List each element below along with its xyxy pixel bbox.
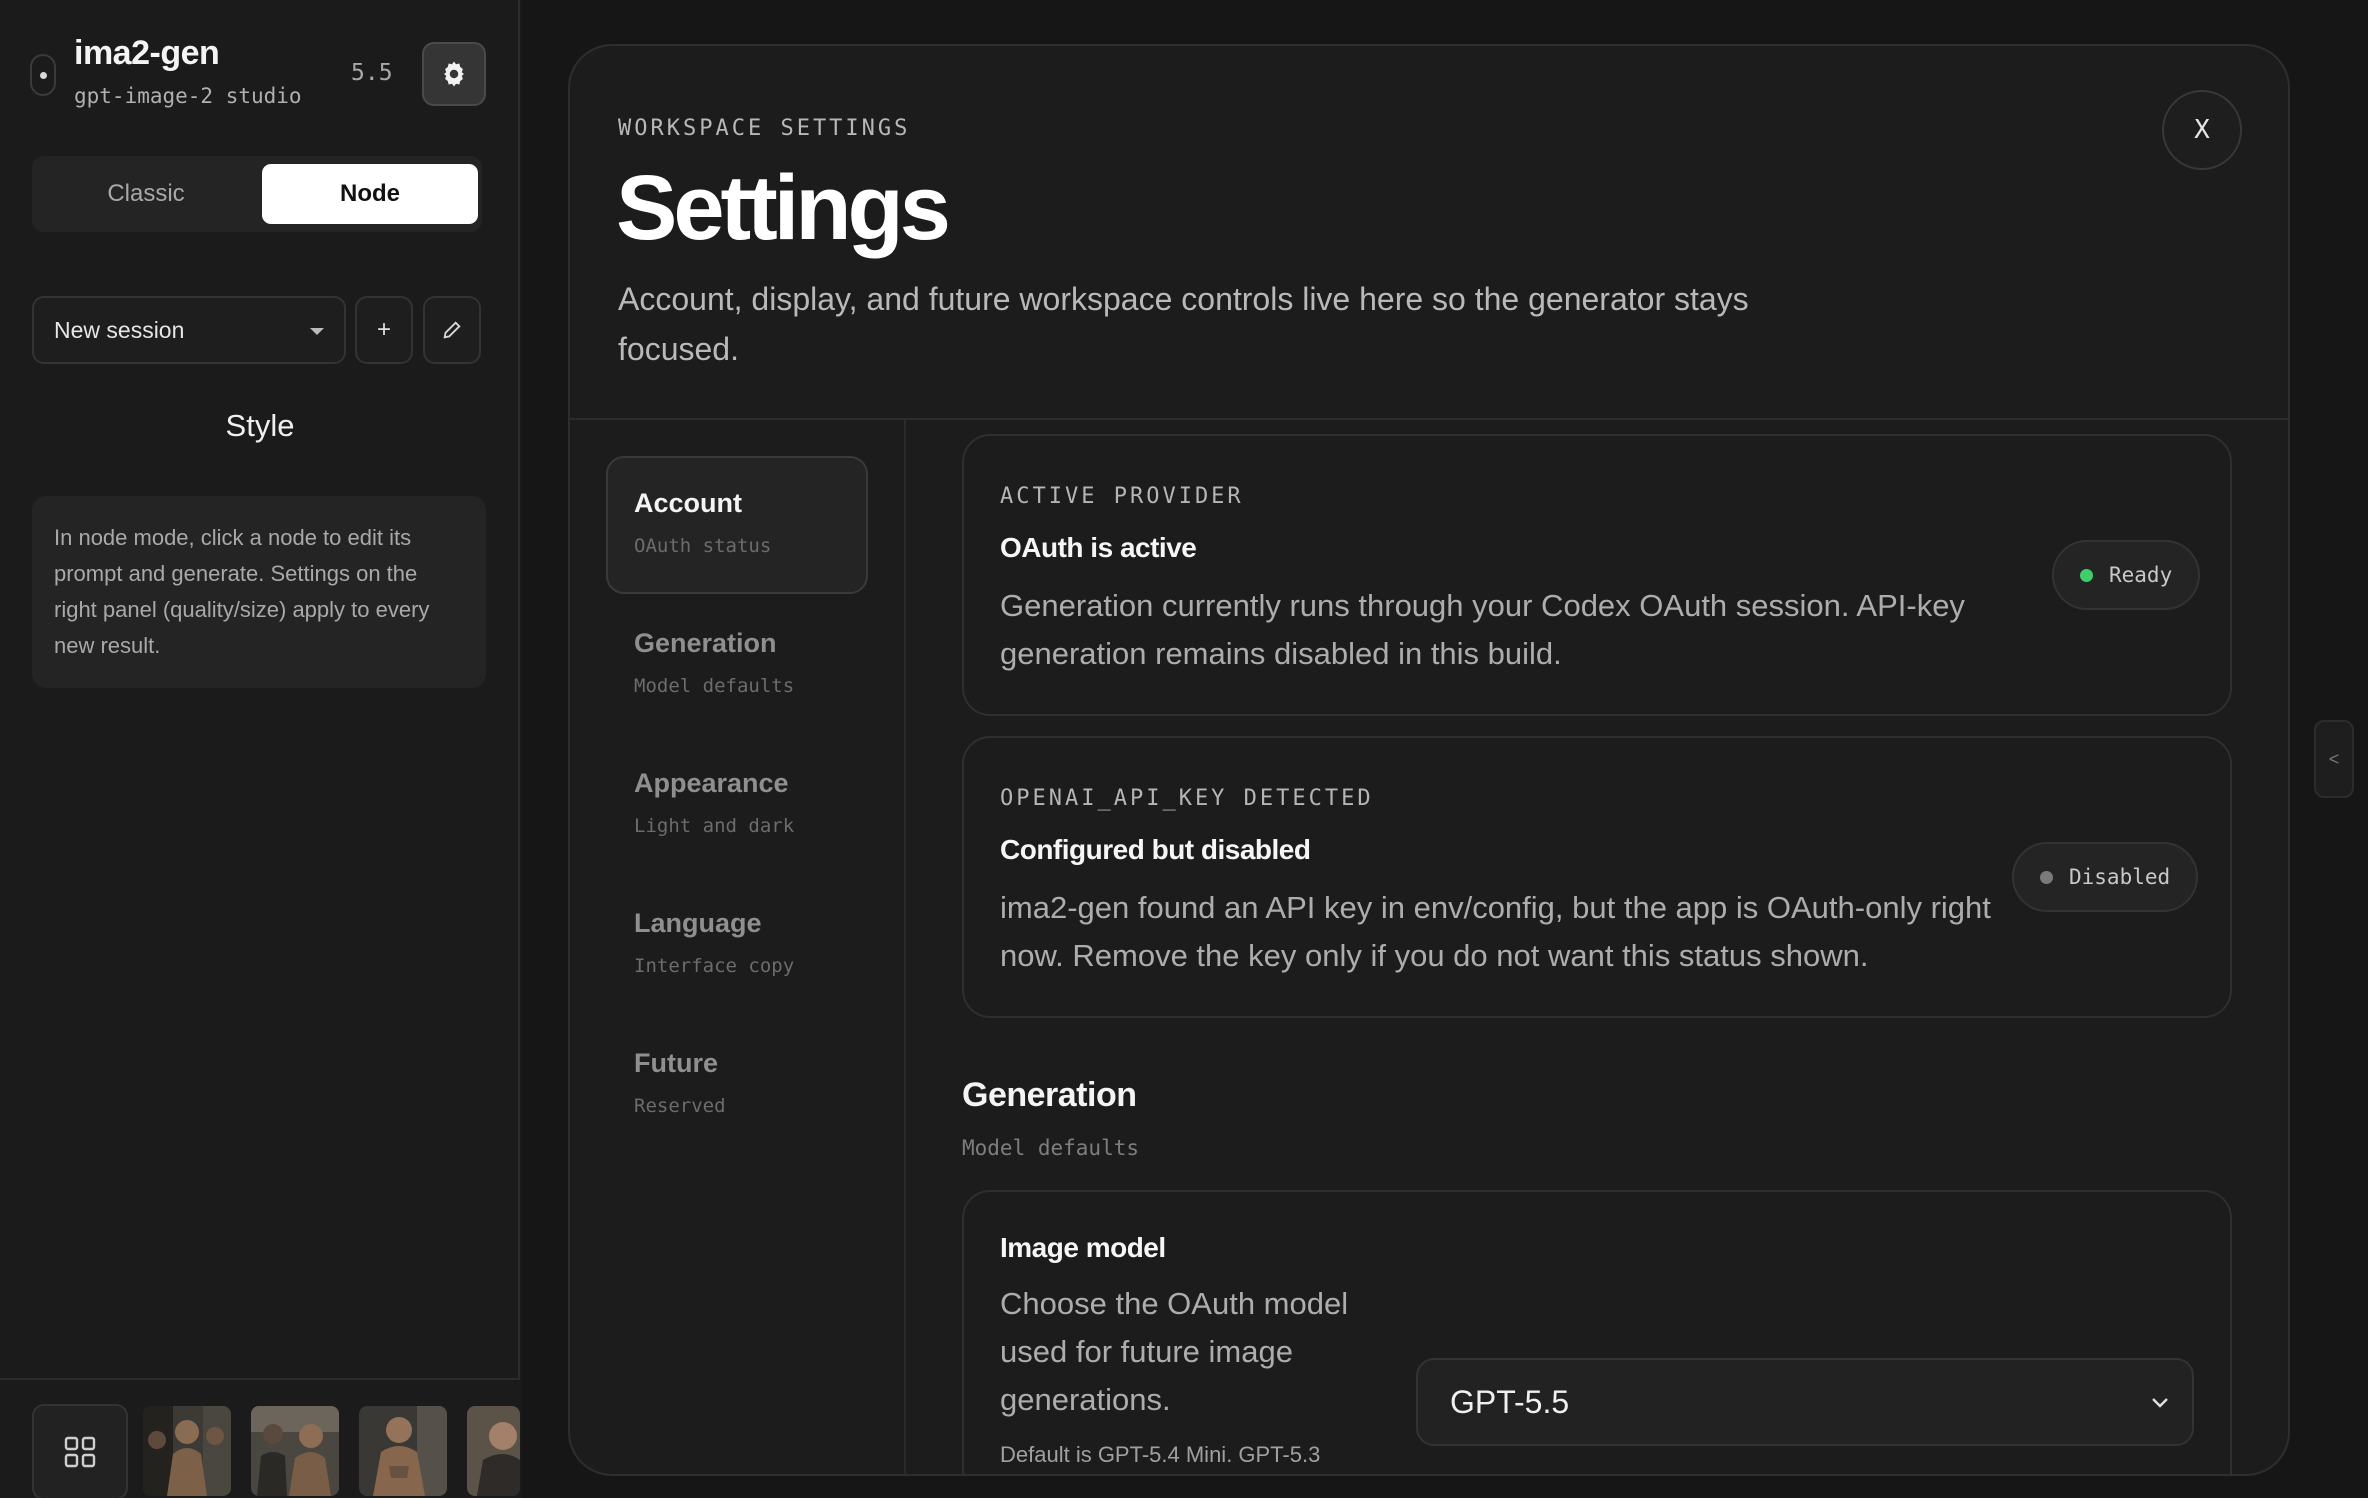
grid-icon [64,1436,96,1468]
card-body: Generation currently runs through your C… [1000,588,1965,671]
nav-item-sublabel: Interface copy [634,955,795,977]
plus-icon: + [376,316,391,343]
version-label: 5.5 [351,60,393,86]
settings-button[interactable] [422,42,486,106]
status-dot-icon [2040,870,2053,884]
settings-modal: WORKSPACE SETTINGS Settings Account, dis… [568,44,2290,1476]
card-title: Image model [1000,1232,1166,1263]
card-eyebrow: ACTIVE PROVIDER [1000,484,1244,509]
gallery-strip [0,1378,520,1498]
node-mode-hint: In node mode, click a node to edit its p… [32,496,486,688]
nav-item-label: Language [634,908,762,938]
nav-item-appearance[interactable]: Appearance Light and dark [606,736,868,874]
gallery-thumbnail[interactable] [143,1406,231,1496]
gallery-grid-button[interactable] [32,1404,128,1498]
session-select[interactable]: New session [32,296,346,364]
nav-item-generation[interactable]: Generation Model defaults [606,596,868,734]
model-hint: Default is GPT-5.4 Mini. GPT-5.3 [1000,1442,1321,1467]
app-subtitle: gpt-image-2 studio [74,84,302,108]
status-badge-label: Disabled [2069,865,2171,889]
nav-item-account[interactable]: Account OAuth status [606,456,868,594]
chevron-down-icon [2152,1398,2168,1408]
status-badge: Disabled [2012,842,2199,912]
close-icon: X [2194,115,2210,145]
modal-description: Account, display, and future workspace c… [618,281,1749,367]
chevron-left-icon: < [2328,748,2340,769]
right-panel-toggle[interactable]: < [2314,720,2354,798]
active-provider-card: ACTIVE PROVIDER OAuth is active Generati… [962,434,2232,716]
nav-item-language[interactable]: Language Interface copy [606,876,868,1014]
gallery-thumbnail[interactable] [359,1406,447,1496]
nav-item-sublabel: Reserved [634,1095,726,1117]
mode-node-button[interactable]: Node [262,164,478,224]
new-session-button[interactable]: + [355,296,413,364]
nav-item-label: Future [634,1048,718,1078]
mode-toggle: Classic Node [32,156,482,232]
gallery-thumbnail[interactable] [251,1406,339,1496]
status-badge: Ready [2052,540,2201,610]
modal-title: Settings [616,157,951,259]
card-eyebrow: OPENAI_API_KEY DETECTED [1000,786,1374,811]
nav-item-sublabel: OAuth status [634,535,772,557]
image-model-select-value: GPT-5.5 [1450,1383,1570,1420]
status-dot-icon [30,54,56,96]
nav-item-label: Account [634,488,742,518]
image-model-card: Image model Choose the OAuth model used … [962,1190,2232,1474]
gallery-thumbnail[interactable] [467,1406,520,1496]
nav-item-label: Generation [634,628,777,658]
modal-divider [570,418,2288,420]
nav-item-future[interactable]: Future Reserved [606,1016,868,1154]
card-title: Configured but disabled [1000,834,1311,865]
pencil-icon [443,321,461,339]
status-badge-label: Ready [2109,563,2173,587]
api-key-card: OPENAI_API_KEY DETECTED Configured but d… [962,736,2232,1018]
caret-down-icon [310,328,324,335]
nav-item-label: Appearance [634,768,789,798]
image-model-select[interactable]: GPT-5.5 [1416,1358,2194,1446]
sidebar: ima2-gen gpt-image-2 studio 5.5 Classic … [0,0,520,1498]
close-button[interactable]: X [2162,90,2242,170]
section-subtitle: Model defaults [962,1136,1140,1160]
gear-icon [444,61,464,87]
app-title: ima2-gen [74,34,220,72]
nav-item-sublabel: Light and dark [634,815,795,837]
style-heading: Style [225,408,295,443]
section-title-generation: Generation [962,1076,1137,1114]
session-select-value: New session [54,316,185,343]
card-body: Choose the OAuth model used for future i… [1000,1286,1349,1417]
nav-item-sublabel: Model defaults [634,675,795,697]
status-dot-icon [2080,568,2093,582]
card-title: OAuth is active [1000,532,1197,563]
modal-eyebrow: WORKSPACE SETTINGS [618,116,911,141]
card-body: ima2-gen found an API key in env/config,… [1000,890,1991,973]
mode-classic-button[interactable]: Classic [38,164,254,224]
nav-divider [904,420,906,1474]
rename-session-button[interactable] [423,296,481,364]
